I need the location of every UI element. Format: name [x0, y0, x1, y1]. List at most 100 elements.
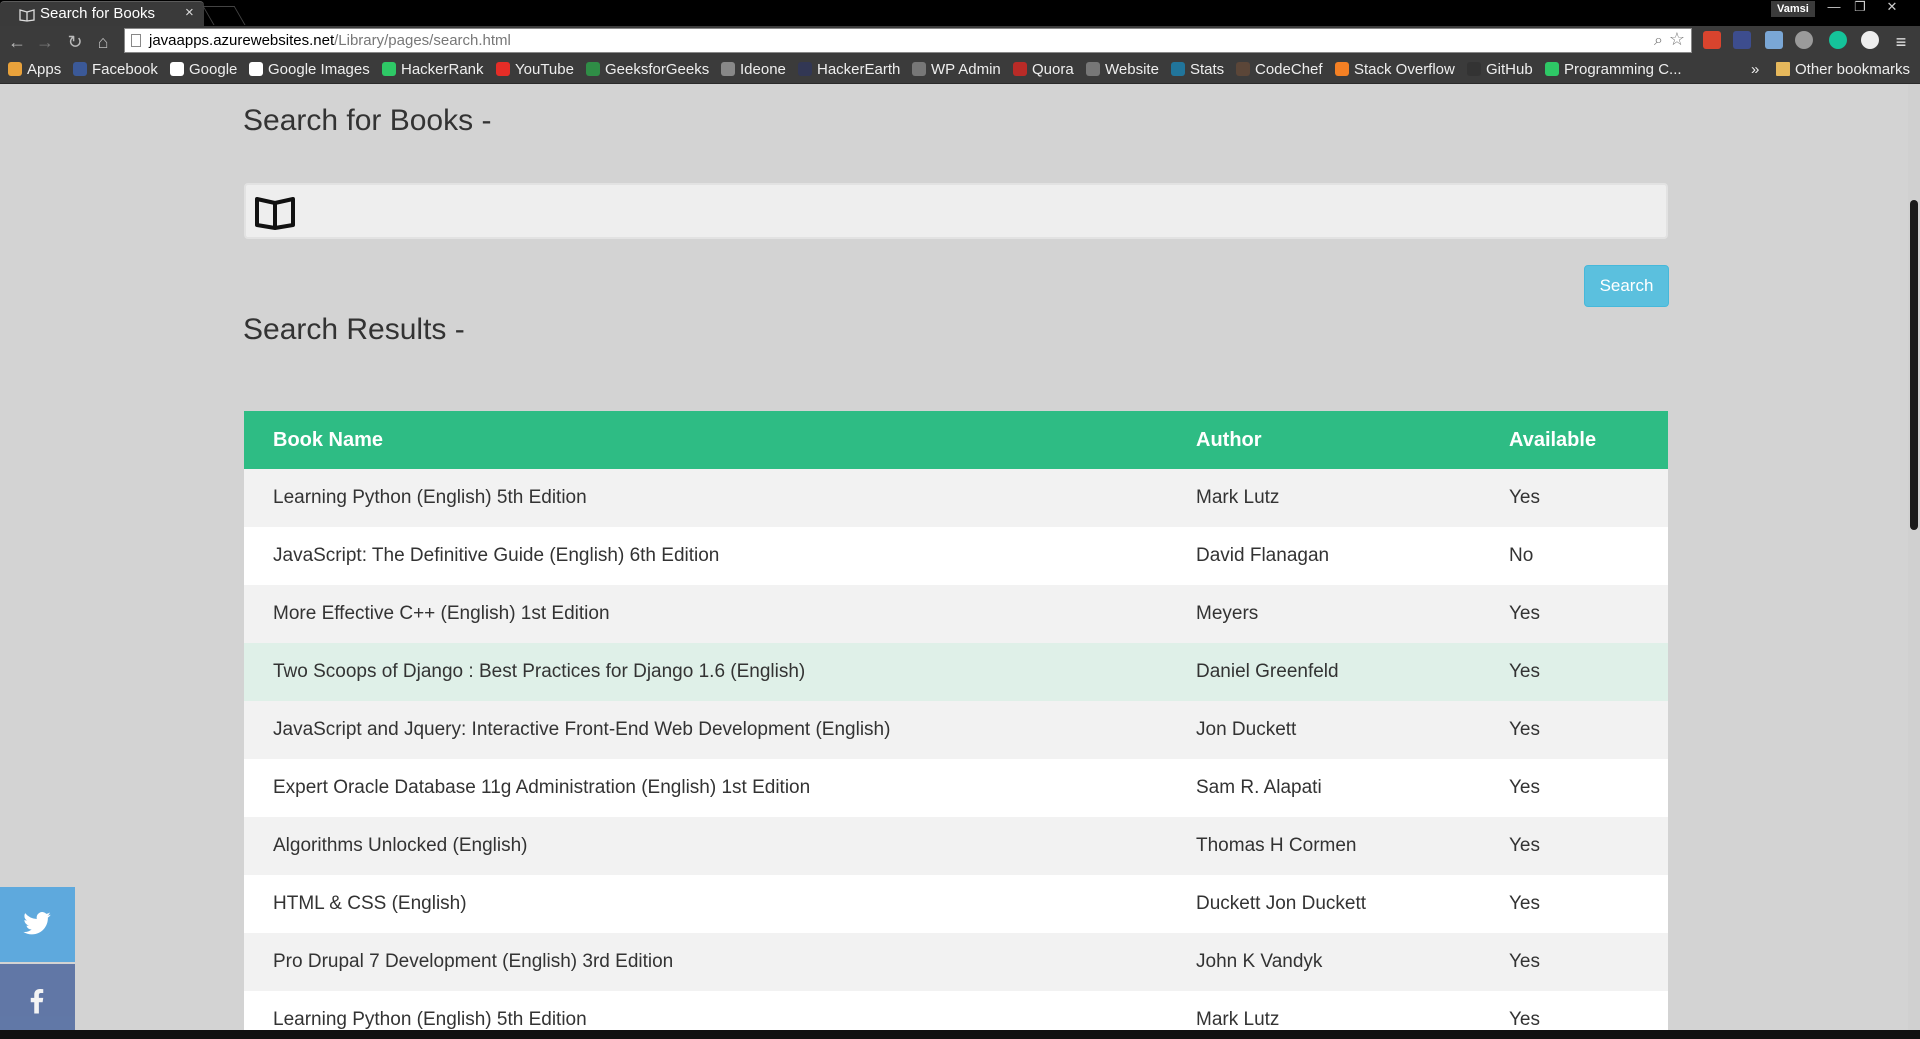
browser-titlebar: Search for Books × Vamsi — ❐ ✕	[0, 0, 1920, 26]
bookmark-label: Google	[189, 61, 238, 78]
table-row[interactable]: JavaScript and Jquery: Interactive Front…	[244, 701, 1668, 759]
extension-red-icon[interactable]	[1703, 31, 1721, 49]
other-bookmarks-folder[interactable]: Other bookmarks	[1776, 60, 1910, 80]
search-button[interactable]: Search	[1584, 265, 1669, 307]
bookmark-label: CodeChef	[1255, 61, 1323, 78]
bookmark-facebook[interactable]: Facebook	[73, 60, 158, 80]
bookmark-apps[interactable]: Apps	[8, 60, 61, 80]
bookmark-label: Stats	[1190, 61, 1225, 78]
cell-book-name: More Effective C++ (English) 1st Edition	[244, 585, 1167, 643]
extension-grey-icon[interactable]	[1795, 31, 1813, 49]
header-available: Available	[1480, 411, 1668, 469]
cell-available: Yes	[1480, 759, 1668, 817]
bookmark-label: Apps	[27, 61, 62, 78]
page-icon	[131, 34, 141, 47]
cell-author: Sam R. Alapati	[1167, 759, 1480, 817]
grammarly-icon[interactable]	[1829, 31, 1847, 49]
facebook-share-button[interactable]	[0, 964, 75, 1030]
camera-extension-icon[interactable]	[1765, 31, 1783, 49]
bookmark-label: Stack Overflow	[1354, 61, 1455, 78]
address-bar[interactable]: javaapps.azurewebsites.net/Library/pages…	[124, 28, 1692, 53]
table-row[interactable]: Pro Drupal 7 Development (English) 3rd E…	[244, 933, 1668, 991]
cell-available: Yes	[1480, 991, 1668, 1030]
open-book-icon	[255, 197, 295, 230]
search-input[interactable]	[306, 193, 1650, 231]
bookmark-google[interactable]: Google	[170, 60, 237, 80]
bookmark-ideone[interactable]: Ideone	[721, 60, 786, 80]
forward-arrow-icon[interactable]: →	[34, 31, 56, 53]
extension-circle-icon[interactable]	[1861, 31, 1879, 49]
restore-button[interactable]: ❐	[1848, 0, 1872, 16]
bookmark-label: WP Admin	[931, 61, 1001, 78]
bookmark-hackerrank[interactable]: HackerRank	[382, 60, 484, 80]
bookmark-geeksforgeeks[interactable]: GeeksforGeeks	[586, 60, 709, 80]
cell-author: Mark Lutz	[1167, 469, 1480, 527]
bookmark-star-icon[interactable]: ☆	[1669, 28, 1685, 51]
bookmark-label: GeeksforGeeks	[605, 61, 710, 78]
bookmark-google-images[interactable]: Google Images	[249, 60, 370, 80]
search-box[interactable]	[244, 183, 1668, 239]
browser-tab[interactable]: Search for Books ×	[0, 1, 204, 26]
bookmark-stats[interactable]: Stats	[1171, 60, 1224, 80]
home-icon[interactable]: ⌂	[92, 31, 114, 53]
facebook-icon	[73, 62, 87, 76]
cell-available: Yes	[1480, 585, 1668, 643]
bookmark-stack-overflow[interactable]: Stack Overflow	[1335, 60, 1455, 80]
table-row[interactable]: JavaScript: The Definitive Guide (Englis…	[244, 527, 1668, 585]
page-scrollbar[interactable]	[1908, 84, 1920, 1030]
twitter-share-button[interactable]	[0, 887, 75, 962]
header-book-name: Book Name	[244, 411, 1167, 469]
cell-available: Yes	[1480, 701, 1668, 759]
other-bookmarks-label: Other bookmarks	[1795, 61, 1911, 78]
table-row[interactable]: More Effective C++ (English) 1st Edition…	[244, 585, 1668, 643]
zoom-icon[interactable]: ⌕	[1654, 29, 1663, 52]
bookmark-quora[interactable]: Quora	[1013, 60, 1074, 80]
cell-available: Yes	[1480, 933, 1668, 991]
cell-author: Duckett Jon Duckett	[1167, 875, 1480, 933]
profile-button[interactable]: Vamsi	[1771, 1, 1815, 17]
cell-author: Daniel Greenfeld	[1167, 643, 1480, 701]
website-icon	[1086, 62, 1100, 76]
table-row[interactable]: Learning Python (English) 5th Edition Mar…	[244, 991, 1668, 1030]
bookmark-codechef[interactable]: CodeChef	[1236, 60, 1323, 80]
bookmark-github[interactable]: GitHub	[1467, 60, 1533, 80]
bookmark-hackerearth[interactable]: HackerEarth	[798, 60, 900, 80]
extension-h-icon[interactable]	[1733, 31, 1751, 49]
cell-book-name: Learning Python (English) 5th Edition	[244, 469, 1167, 527]
chrome-menu-icon[interactable]: ≡	[1890, 31, 1912, 53]
address-url: javaapps.azurewebsites.net/Library/pages…	[149, 32, 511, 49]
bookmark-wp-admin[interactable]: WP Admin	[912, 60, 1001, 80]
cell-book-name: JavaScript and Jquery: Interactive Front…	[244, 701, 1167, 759]
apps-grid-icon	[8, 62, 22, 76]
cell-available: Yes	[1480, 817, 1668, 875]
cell-book-name: Algorithms Unlocked (English)	[244, 817, 1167, 875]
table-row[interactable]: HTML & CSS (English) Duckett Jon Duckett Y…	[244, 875, 1668, 933]
bookmark-website[interactable]: Website	[1086, 60, 1159, 80]
cell-book-name: Two Scoops of Django : Best Practices fo…	[244, 643, 1167, 701]
back-arrow-icon[interactable]: ←	[6, 31, 28, 53]
stackoverflow-icon	[1335, 62, 1349, 76]
scrollbar-thumb[interactable]	[1910, 200, 1918, 530]
cell-author: Mark Lutz	[1167, 991, 1480, 1030]
bookmark-label: GitHub	[1486, 61, 1533, 78]
google-icon	[249, 62, 263, 76]
wordpress-icon	[1171, 62, 1185, 76]
new-tab-button[interactable]	[202, 6, 246, 25]
table-row[interactable]: Two Scoops of Django : Best Practices fo…	[244, 643, 1668, 701]
close-window-button[interactable]: ✕	[1880, 0, 1904, 16]
table-row[interactable]: Expert Oracle Database 11g Administratio…	[244, 759, 1668, 817]
table-row[interactable]: Learning Python (English) 5th Edition Mar…	[244, 469, 1668, 527]
cell-available: Yes	[1480, 469, 1668, 527]
page-viewport: Search for Books - Search Search Results…	[0, 84, 1920, 1030]
bookmark-youtube[interactable]: YouTube	[496, 60, 574, 80]
minimize-button[interactable]: —	[1822, 0, 1846, 16]
cell-available: Yes	[1480, 875, 1668, 933]
reload-icon[interactable]: ↻	[64, 31, 86, 53]
bookmark-programming-c[interactable]: Programming C...	[1545, 60, 1682, 80]
cell-book-name: JavaScript: The Definitive Guide (Englis…	[244, 527, 1167, 585]
facebook-icon	[30, 989, 44, 1014]
cell-available: No	[1480, 527, 1668, 585]
table-row[interactable]: Algorithms Unlocked (English) Thomas H Co…	[244, 817, 1668, 875]
bookmarks-overflow-button[interactable]: »	[1751, 60, 1759, 80]
tab-close-icon[interactable]: ×	[185, 4, 194, 21]
